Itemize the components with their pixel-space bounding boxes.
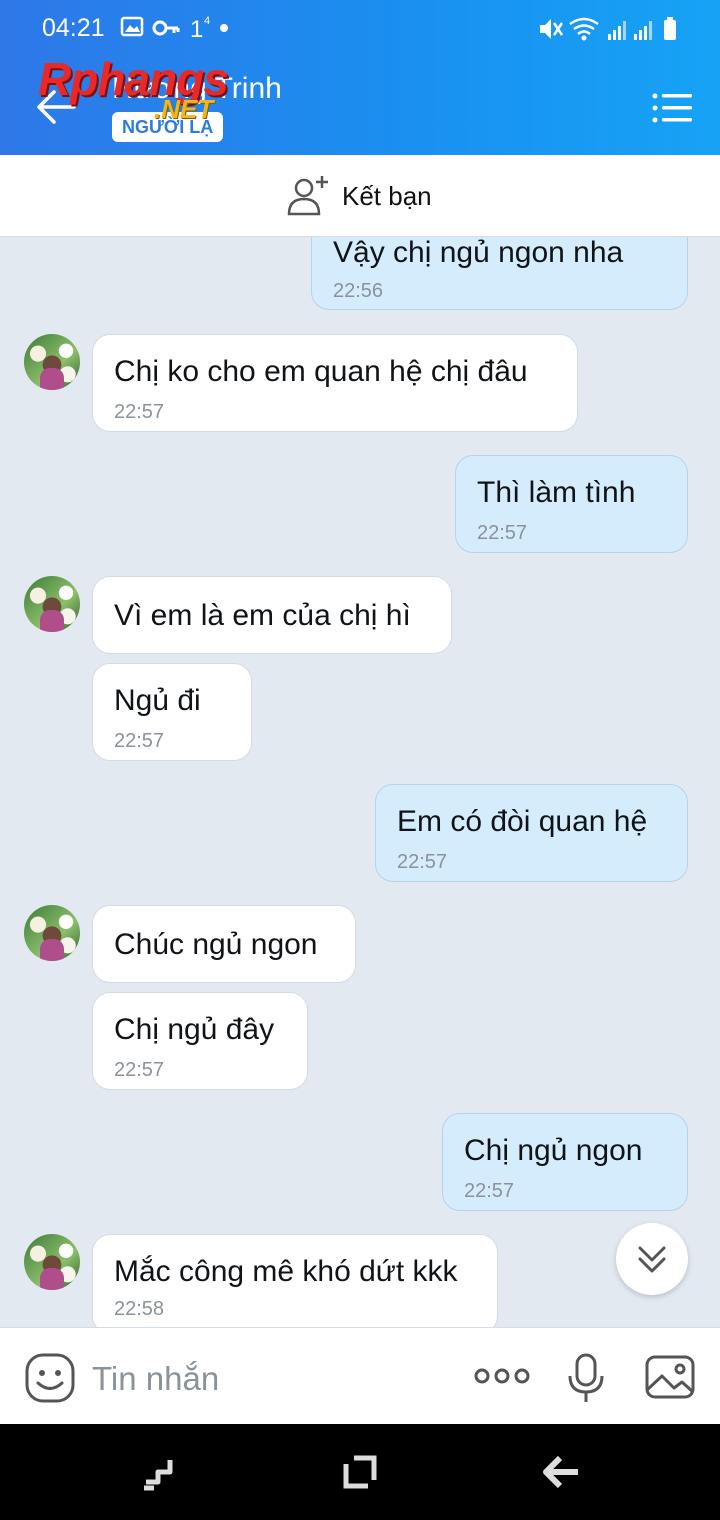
contact-avatar[interactable] [24,334,80,390]
contact-name[interactable]: Hương Trinh [112,72,282,106]
message-bubble-outgoing[interactable]: Em có đòi quan hệ 22:57 [375,784,688,882]
system-navigation-bar [0,1424,720,1520]
message-time: 22:57 [114,401,165,423]
message-text: Mắc công mê khó dứt kkk [114,1255,458,1288]
message-list[interactable]: Vậy chị ngủ ngon nha 22:56 Chị ko cho em… [0,237,720,1327]
message-time: 22:57 [464,1180,515,1202]
add-friend-label: Kết bạn [342,180,432,211]
scroll-to-bottom-button[interactable] [616,1223,688,1295]
status-right-icons [536,14,686,49]
message-text: Chị ngủ ngon [464,1134,643,1167]
recent-apps-icon[interactable] [140,1452,180,1492]
message-bubble-incoming[interactable]: Chúc ngủ ngon [92,905,356,983]
back-icon[interactable] [538,1452,582,1492]
chat-header: 04:21 1 4 Hương Trinh NGƯỜI LẠ Rphangs .… [0,0,720,155]
image-icon[interactable] [644,1354,696,1400]
more-dots-icon[interactable] [474,1364,530,1388]
double-chevron-down-icon [638,1246,666,1273]
message-bubble-incoming[interactable]: Mắc công mê khó dứt kkk 22:58 [92,1234,498,1327]
message-text: Vậy chị ngủ ngon nha [333,237,624,269]
message-input[interactable]: Tin nhắn [92,1360,219,1398]
message-bubble-incoming[interactable]: Vì em là em của chị hì [92,576,452,654]
message-text: Chúc ngủ ngon [114,928,318,961]
add-user-icon [287,176,328,216]
message-text: Chị ngủ đây [114,1013,275,1046]
status-bar: 04:21 1 4 [0,0,720,60]
message-bubble-incoming[interactable]: Ngủ đi 22:57 [92,663,252,761]
message-text: Thì làm tình [477,476,636,509]
stranger-badge: NGƯỜI LẠ [112,112,224,142]
message-text: Ngủ đi [114,684,201,717]
add-friend-button[interactable]: Kết bạn [286,171,432,221]
message-bubble-incoming[interactable]: Chị ngủ đây 22:57 [92,992,308,1090]
message-time: 22:57 [114,730,165,752]
message-text: Vì em là em của chị hì [114,599,411,632]
list-menu-icon[interactable] [652,92,692,124]
status-time: 04:21 [42,14,105,42]
add-friend-bar: Kết bạn [0,155,720,237]
microphone-icon[interactable] [566,1352,606,1404]
system-icons [540,17,676,41]
message-bubble-outgoing[interactable]: Chị ngủ ngon 22:57 [442,1113,688,1211]
message-time: 22:57 [477,522,528,544]
contact-avatar[interactable] [24,576,80,632]
message-text: Em có đòi quan hệ [397,805,648,838]
message-bubble-incoming[interactable]: Chị ko cho em quan hệ chị đâu 22:57 [92,334,578,432]
home-icon[interactable] [340,1454,380,1494]
message-time: 22:57 [397,851,448,873]
svg-text:4: 4 [204,15,218,27]
message-bubble-outgoing[interactable]: Thì làm tình 22:57 [455,455,688,553]
contact-avatar[interactable] [24,1234,80,1290]
message-time: 22:58 [114,1298,165,1320]
emoji-icon[interactable] [24,1352,76,1404]
arrow-left-icon[interactable] [34,85,78,129]
message-time: 22:57 [114,1059,165,1081]
notification-icons: 1 4 [120,15,228,43]
message-text: Chị ko cho em quan hệ chị đâu [114,355,528,388]
message-time: 22:56 [333,280,384,302]
status-left-icons: 1 4 [120,12,230,49]
message-bubble-outgoing[interactable]: Vậy chị ngủ ngon nha 22:56 [311,237,688,310]
message-input-bar: Tin nhắn [0,1327,720,1424]
contact-avatar[interactable] [24,905,80,961]
